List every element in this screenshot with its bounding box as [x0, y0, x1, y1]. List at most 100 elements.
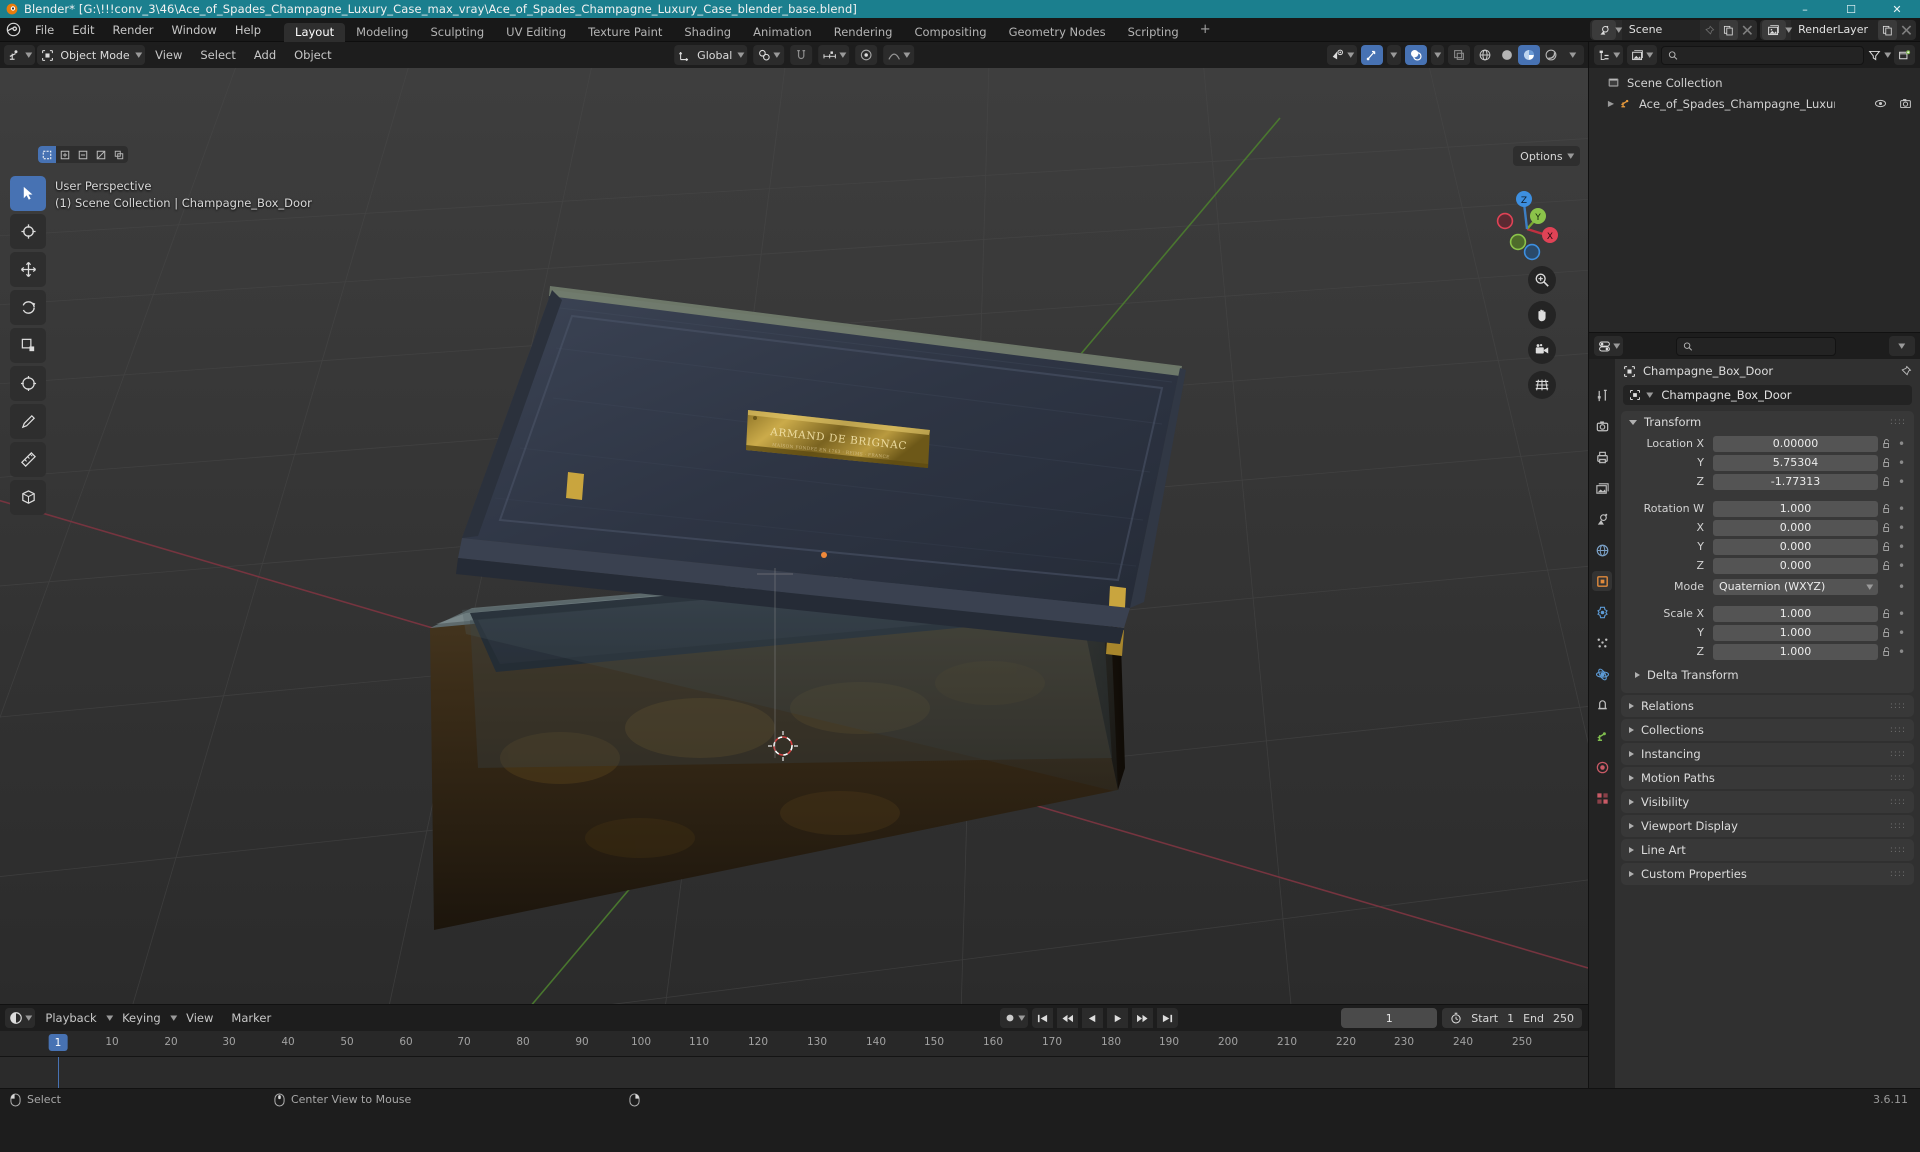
tab-tool[interactable]	[1592, 385, 1612, 405]
remove-scene-icon[interactable]: ✕	[1738, 20, 1757, 40]
lock-icon[interactable]	[1878, 560, 1895, 571]
tool-cursor[interactable]	[10, 214, 46, 249]
play-button[interactable]	[1107, 1008, 1128, 1028]
tab-material[interactable]	[1592, 757, 1612, 777]
grid-icon[interactable]	[1528, 371, 1556, 399]
auto-keying-toggle[interactable]: ▼	[999, 1008, 1028, 1028]
timeline-editor-type-selector[interactable]: ▼	[5, 1008, 36, 1028]
outliner-filter-button[interactable]	[1868, 49, 1881, 62]
panel-header[interactable]: Custom Properties ::::	[1621, 863, 1914, 885]
workspace-tab-modeling[interactable]: Modeling	[345, 23, 419, 42]
menu-file[interactable]: File	[26, 18, 63, 42]
scale-y-value[interactable]: 1.000	[1713, 624, 1878, 641]
outliner-display-mode-selector[interactable]: ▼	[1627, 45, 1657, 65]
lock-icon[interactable]	[1878, 627, 1895, 638]
shading-wireframe-button[interactable]	[1474, 45, 1496, 65]
viewport-menu-add[interactable]: Add	[246, 42, 284, 68]
viewlayer-selector[interactable]: ▼ RenderLayer ✕	[1759, 20, 1916, 40]
panel-custom-properties[interactable]: Custom Properties ::::	[1621, 863, 1914, 885]
workspace-tab-rendering[interactable]: Rendering	[823, 23, 904, 42]
rotation-x-value[interactable]: 0.000	[1713, 519, 1878, 536]
timeline-ruler[interactable]: 10 20 30 40 50 60 70 80 90 100 110 120 1…	[0, 1031, 1588, 1057]
outliner-editor-type-selector[interactable]: ▼	[1594, 45, 1624, 65]
eye-icon[interactable]	[1874, 97, 1887, 110]
tab-view-layer[interactable]	[1592, 478, 1612, 498]
outliner-search-field[interactable]	[1682, 48, 1857, 62]
new-collection-button[interactable]	[1894, 45, 1915, 65]
timeline-menu-playback[interactable]: Playback	[37, 1005, 104, 1031]
timeline-menu-keying[interactable]: Keying	[114, 1005, 169, 1031]
menu-window[interactable]: Window	[162, 18, 225, 42]
new-scene-icon[interactable]	[1718, 20, 1738, 40]
workspace-tab-animation[interactable]: Animation	[742, 23, 823, 42]
camera-render-icon[interactable]	[1899, 97, 1912, 110]
panel-header[interactable]: Motion Paths ::::	[1621, 767, 1914, 789]
panel-header[interactable]: Line Art ::::	[1621, 839, 1914, 861]
tool-rotate[interactable]	[10, 290, 46, 325]
properties-options-button[interactable]: ▼	[1888, 336, 1915, 356]
viewport-menu-select[interactable]: Select	[192, 42, 243, 68]
blender-logo-icon[interactable]	[0, 22, 26, 37]
viewport-options-button[interactable]: Options ▼	[1513, 146, 1580, 166]
panel-collections[interactable]: Collections ::::	[1621, 719, 1914, 741]
3d-viewport[interactable]: ARMAND DE BRIGNAC MAISON FONDEE EN 1763 …	[0, 68, 1588, 1004]
select-extend-icon[interactable]	[56, 146, 74, 163]
outliner-search-input[interactable]	[1660, 45, 1864, 65]
panel-instancing[interactable]: Instancing ::::	[1621, 743, 1914, 765]
zoom-icon[interactable]	[1528, 266, 1556, 294]
rotation-mode-value[interactable]: Quaternion (WXYZ) ▼	[1713, 578, 1878, 595]
maximize-button[interactable]: ☐	[1828, 0, 1874, 18]
lock-icon[interactable]	[1878, 438, 1895, 449]
tab-object[interactable]	[1592, 571, 1612, 591]
delta-transform-subpanel[interactable]: Delta Transform	[1621, 665, 1914, 685]
workspace-tab-geometry-nodes[interactable]: Geometry Nodes	[998, 23, 1117, 42]
snap-toggle[interactable]	[790, 45, 813, 65]
animate-dot[interactable]: •	[1895, 438, 1908, 450]
lock-icon[interactable]	[1878, 541, 1895, 552]
jump-prev-keyframe-button[interactable]	[1057, 1008, 1078, 1028]
rotation-w-value[interactable]: 1.000	[1713, 500, 1878, 517]
tab-modifiers[interactable]	[1592, 602, 1612, 622]
tool-transform[interactable]	[10, 366, 46, 401]
editor-type-selector[interactable]: ▼	[4, 45, 36, 65]
tab-object-data[interactable]	[1592, 726, 1612, 746]
snap-pivot-selector[interactable]: ▼	[753, 45, 785, 65]
select-box-icon[interactable]	[38, 146, 56, 163]
expand-chevron-right-icon[interactable]: ▶	[1603, 99, 1619, 108]
tool-scale[interactable]	[10, 328, 46, 363]
select-invert-icon[interactable]	[92, 146, 110, 163]
animate-dot[interactable]: •	[1895, 560, 1908, 572]
scene-selector[interactable]: ▼ Scene ✕	[1590, 20, 1757, 40]
navigation-gizmo[interactable]: Z Y X	[1488, 186, 1566, 264]
stopwatch-icon[interactable]	[1450, 1012, 1462, 1024]
animate-dot[interactable]: •	[1895, 608, 1908, 620]
shading-rendered-button[interactable]	[1540, 45, 1562, 65]
panel-viewport-display[interactable]: Viewport Display ::::	[1621, 815, 1914, 837]
panel-visibility[interactable]: Visibility ::::	[1621, 791, 1914, 813]
close-button[interactable]: ✕	[1874, 0, 1920, 18]
lock-icon[interactable]	[1878, 608, 1895, 619]
tab-texture[interactable]	[1592, 788, 1612, 808]
timeline-body[interactable]	[0, 1057, 1588, 1088]
rotation-y-value[interactable]: 0.000	[1713, 538, 1878, 555]
properties-editor-type-selector[interactable]: ▼	[1594, 336, 1624, 356]
select-intersect-icon[interactable]	[110, 146, 128, 163]
xray-toggle[interactable]	[1448, 45, 1470, 65]
proportional-falloff-selector[interactable]: ▼	[883, 45, 914, 65]
animate-dot[interactable]: •	[1895, 476, 1908, 488]
new-viewlayer-icon[interactable]	[1878, 20, 1897, 40]
workspace-tab-layout[interactable]: Layout	[284, 22, 346, 42]
properties-search-input[interactable]	[1676, 336, 1837, 356]
shading-material-preview-button[interactable]	[1518, 45, 1540, 65]
lock-icon[interactable]	[1878, 503, 1895, 514]
workspace-tab-scripting[interactable]: Scripting	[1117, 23, 1190, 42]
outliner-row-object[interactable]: ▶ Ace_of_Spades_Champagne_Luxury_Cas	[1589, 93, 1920, 114]
object-mode-selector[interactable]: Object Mode ▼	[37, 45, 146, 65]
timeline-menu-view[interactable]: View	[178, 1005, 221, 1031]
object-name-value[interactable]: Champagne_Box_Door	[1655, 388, 1791, 402]
tab-output[interactable]	[1592, 447, 1612, 467]
jump-next-keyframe-button[interactable]	[1132, 1008, 1153, 1028]
tab-particles[interactable]	[1592, 633, 1612, 653]
tab-constraints[interactable]	[1592, 695, 1612, 715]
panel-relations[interactable]: Relations ::::	[1621, 695, 1914, 717]
